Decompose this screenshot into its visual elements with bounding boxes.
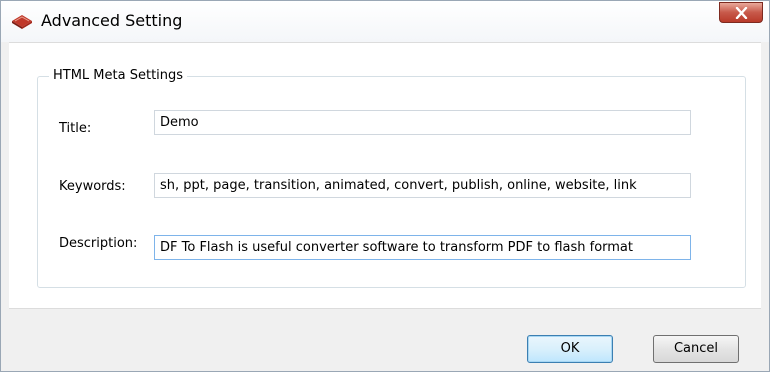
dialog-content: HTML Meta Settings Title: Demo Keywords:… bbox=[9, 42, 761, 309]
advanced-setting-dialog: Advanced Setting HTML Meta Settings Titl… bbox=[0, 0, 770, 372]
keywords-input[interactable]: sh, ppt, page, transition, animated, con… bbox=[154, 173, 691, 198]
cancel-button[interactable]: Cancel bbox=[653, 335, 739, 363]
title-input[interactable]: Demo bbox=[154, 110, 691, 135]
close-icon bbox=[735, 7, 748, 19]
ok-button[interactable]: OK bbox=[527, 335, 613, 363]
description-input[interactable]: DF To Flash is useful converter software… bbox=[154, 235, 691, 260]
app-book-icon bbox=[11, 14, 33, 30]
keywords-label: Keywords: bbox=[59, 179, 126, 194]
close-button[interactable] bbox=[719, 2, 763, 23]
dialog-title: Advanced Setting bbox=[41, 11, 183, 30]
title-bar: Advanced Setting bbox=[1, 1, 769, 42]
group-legend: HTML Meta Settings bbox=[49, 68, 188, 83]
description-label: Description: bbox=[59, 236, 138, 251]
title-label: Title: bbox=[59, 121, 92, 136]
